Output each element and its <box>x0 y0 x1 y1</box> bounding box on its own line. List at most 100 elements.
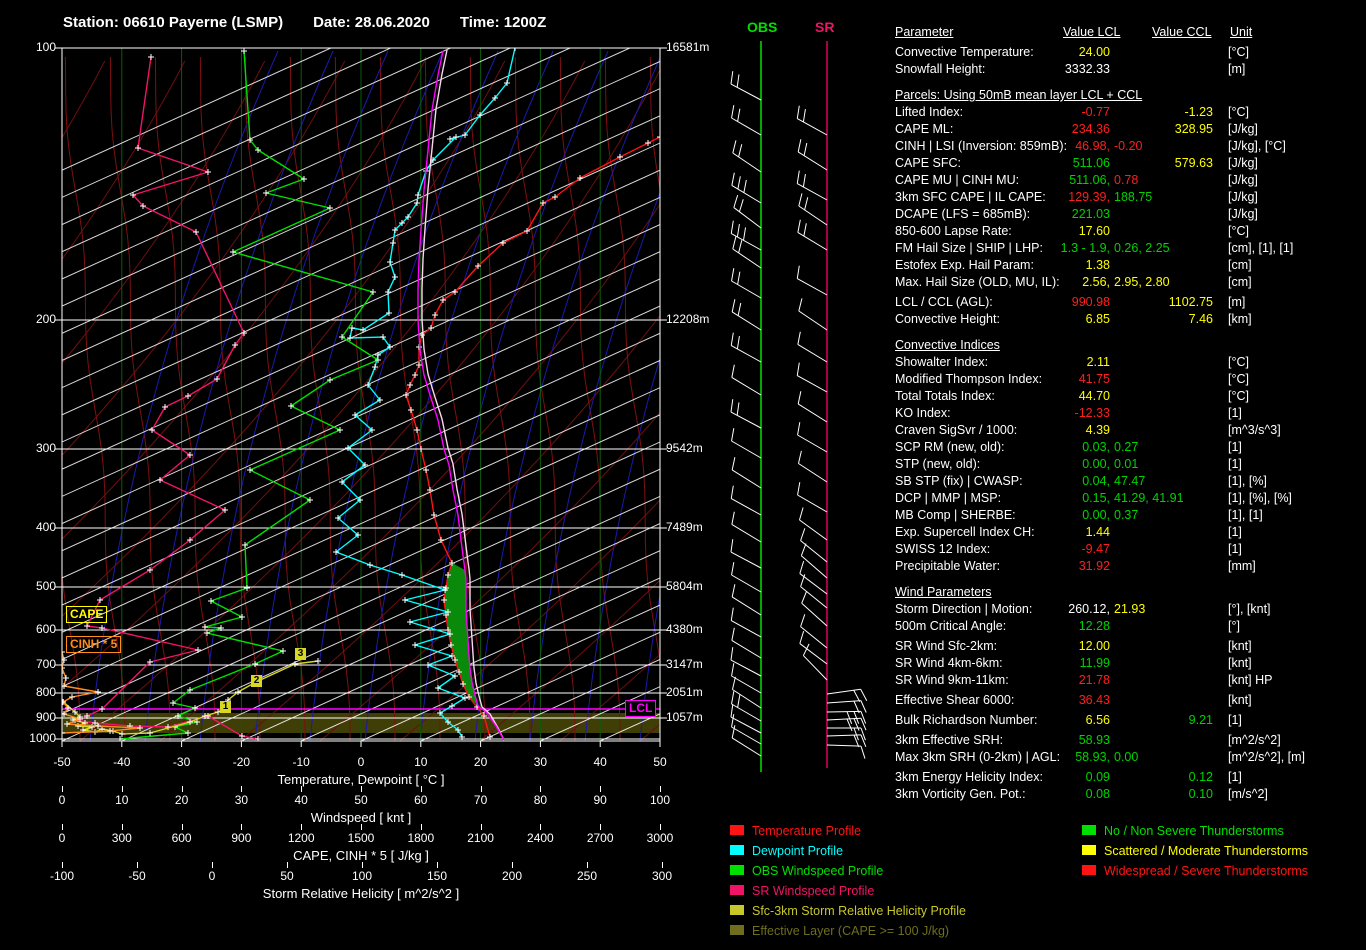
pressure-tick-label: 200 <box>35 312 56 326</box>
pressure-tick-label: 300 <box>35 441 56 455</box>
wind-tick-label: 10 <box>115 793 129 807</box>
temp-tick-label: -40 <box>113 755 131 769</box>
table-row: CAPE MU | CINH MU: 511.06, 0.78 [J/kg] <box>895 172 1360 189</box>
legend-swatch <box>1082 845 1096 855</box>
legend-item-profile: Effective Layer (CAPE >= 100 J/kg) <box>730 924 949 944</box>
table-cell: [m^3/s^3] <box>1228 423 1281 437</box>
srh-tick-label: 50 <box>280 869 294 883</box>
srh-tick-label: 100 <box>351 869 373 883</box>
wind-tick-mark <box>62 786 63 792</box>
cape-tick-label: 1800 <box>407 831 435 845</box>
legend-swatch <box>1082 825 1096 835</box>
legend-swatch <box>730 825 744 835</box>
wind-axis-label: Windspeed [ knt ] <box>310 810 412 825</box>
cinh-label: CINH * 5 <box>66 636 122 653</box>
table-cell: 46.98, <box>1075 139 1110 153</box>
table-row: Exp. Supercell Index CH: 1.44 [1] <box>895 524 1360 541</box>
plot-area <box>62 48 660 741</box>
temp-axis-label: Temperature, Dewpoint [ °C ] <box>277 772 445 787</box>
legend-item-profile: Temperature Profile <box>730 824 861 844</box>
table-cell: [cm] <box>1228 275 1252 289</box>
altitude-tick-label: 12208m <box>666 312 710 326</box>
table-row: CINH | LSI (Inversion: 859mB): 46.98, -0.2… <box>895 138 1360 155</box>
altitude-tick-label: 7489m <box>666 520 703 534</box>
table-row: Convective Height: 6.85 7.46 [km] <box>895 311 1360 328</box>
lcl-label: LCL <box>625 700 657 717</box>
table-cell: [km] <box>1228 312 1252 326</box>
wind-tick-label: 100 <box>649 793 671 807</box>
cape-tick-label: 0 <box>58 831 66 845</box>
table-cell: 58.93 <box>1078 733 1110 747</box>
table-cell: 260.12, <box>1068 602 1110 616</box>
legend-label: Scattered / Moderate Thunderstorms <box>1104 844 1309 858</box>
srh-height-marker: 3 <box>295 648 306 660</box>
pressure-tick-label: 600 <box>35 622 56 636</box>
table-row: STP (new, old): 0.00, 0.01 [1] <box>895 456 1360 473</box>
table-cell: 1.38 <box>1085 258 1110 272</box>
pressure-tick-label: 400 <box>35 520 56 534</box>
altitude-tick-label: 3147m <box>666 657 703 671</box>
altitude-tick-label: 9542m <box>666 441 703 455</box>
table-cell: [°C] <box>1228 389 1249 403</box>
pressure-tick-label: 1000 <box>29 731 56 745</box>
table-cell: [mm] <box>1228 559 1256 573</box>
altitude-tick-label: 4380m <box>666 622 703 636</box>
table-cell: [°], [knt] <box>1228 602 1271 616</box>
table-cell: 1102.75 <box>1168 295 1213 309</box>
table-row: FM Hail Size | SHIP | LHP: 1.3 - 1.9, 0.26… <box>895 240 1360 257</box>
legend-label: SR Windspeed Profile <box>752 884 875 898</box>
table-cell: 12.00 <box>1078 639 1110 653</box>
table-cell: 2.11 <box>1086 355 1110 369</box>
table-cell: 41.75 <box>1078 372 1110 386</box>
cape-tick-mark <box>540 824 542 830</box>
altitude-tick-label: 2051m <box>666 685 703 699</box>
table-cell: 188.75 <box>1114 190 1153 204</box>
table-cell: 31.92 <box>1078 559 1110 573</box>
pressure-tick-label: 900 <box>35 710 56 724</box>
wind-tick-label: 60 <box>414 793 428 807</box>
table-cell: 221.03 <box>1071 207 1110 221</box>
wind-tick-label: 0 <box>58 793 66 807</box>
srh-tick-mark <box>137 862 138 868</box>
wind-tick-mark <box>600 786 602 792</box>
table-row: 3km Energy Helicity Index: 0.09 0.12 [1] <box>895 769 1360 786</box>
table-cell: 129.39, <box>1068 190 1110 204</box>
srh-tick-label: 300 <box>651 869 673 883</box>
cape-tick-mark <box>660 824 661 830</box>
table-row: SR Wind 4km-6km: 11.99 [knt] <box>895 655 1360 672</box>
wind-tick-mark <box>361 786 362 792</box>
srh-tick-mark <box>212 862 213 868</box>
table-cell: [knt] <box>1228 639 1252 653</box>
table-cell: [J/kg] <box>1228 156 1258 170</box>
table-column-header: Parameter <box>895 25 954 39</box>
table-cell: 3332.33 <box>1064 62 1110 76</box>
table-row: LCL / CCL (AGL): 990.98 1102.75 [m] <box>895 294 1360 311</box>
wind-tick-mark <box>660 786 661 792</box>
cape-tick-mark <box>121 824 123 830</box>
wind-tick-label: 90 <box>593 793 607 807</box>
table-row: SCP RM (new, old): 0.03, 0.27 [1] <box>895 439 1360 456</box>
table-cell: 328.95 <box>1174 122 1213 136</box>
table-cell: [1] <box>1228 440 1242 454</box>
table-row: 500m Critical Angle: 12.28 [°] <box>895 618 1360 635</box>
table-cell: -9.47 <box>1081 542 1111 556</box>
table-row: Snowfall Height: 3332.33 [m] <box>895 61 1360 78</box>
cape-tick-label: 900 <box>231 831 252 845</box>
srh-tick-mark <box>437 862 438 868</box>
table-cell: [°C] <box>1228 372 1249 386</box>
legend-item-profile: SR Windspeed Profile <box>730 884 874 904</box>
table-row: Max. Hail Size (OLD, MU, IL): 2.56, 2.95, … <box>895 274 1360 291</box>
cape-tick-mark <box>361 824 362 830</box>
table-row: CAPE SFC: 511.06 579.63 [J/kg] <box>895 155 1360 172</box>
table-cell: [°C] <box>1228 45 1249 59</box>
cape-tick-label: 3000 <box>646 831 674 845</box>
pressure-tick-label: 100 <box>35 40 56 54</box>
temp-tick-label: 20 <box>473 755 488 769</box>
legend-swatch <box>730 905 744 915</box>
cape-tick-mark <box>62 824 63 830</box>
table-cell: [J/kg] <box>1228 207 1258 221</box>
table-cell: 0.01 <box>1114 457 1139 471</box>
legend-label: Dewpoint Profile <box>752 844 844 858</box>
legend-swatch <box>730 845 744 855</box>
table-cell: [1], [%] <box>1228 474 1267 488</box>
